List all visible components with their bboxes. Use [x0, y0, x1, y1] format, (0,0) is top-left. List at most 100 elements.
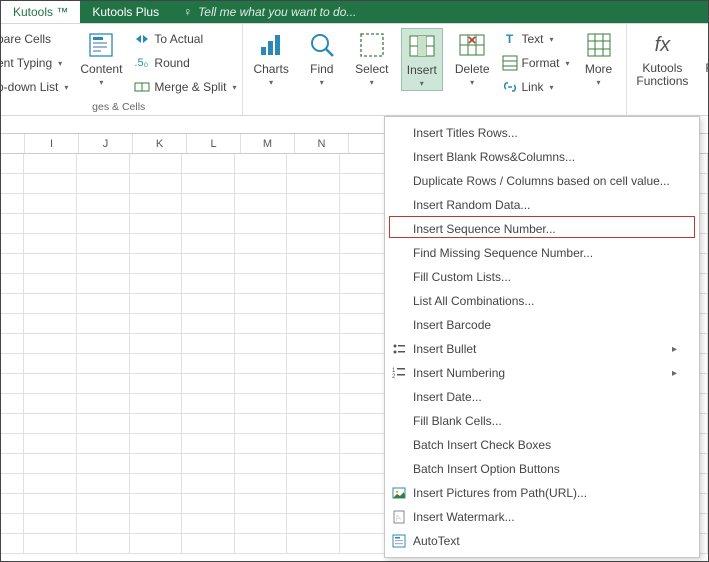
- chevron-down-icon: ▾: [566, 59, 570, 68]
- to-actual-button[interactable]: To Actual: [134, 28, 236, 50]
- col-header[interactable]: L: [187, 134, 241, 153]
- menu-list-all-combinations[interactable]: List All Combinations...: [385, 289, 699, 313]
- kutools-functions-button[interactable]: fx Kutools Functions: [633, 28, 693, 90]
- link-label: Link: [522, 80, 544, 94]
- menu-batch-insert-option-buttons[interactable]: Batch Insert Option Buttons: [385, 457, 699, 481]
- menu-insert-random-data[interactable]: Insert Random Data...: [385, 193, 699, 217]
- formula-helper-button[interactable]: { Form Help: [700, 28, 708, 90]
- menu-insert-date[interactable]: Insert Date...: [385, 385, 699, 409]
- group-ranges-cells: pare Cells ent Typing▾ p-down List▾ Cont…: [1, 24, 243, 115]
- insert-button[interactable]: Insert▾: [401, 28, 443, 91]
- menu-insert-watermark[interactable]: A Insert Watermark...: [385, 505, 699, 529]
- chevron-down-icon: ▾: [597, 78, 601, 87]
- col-header[interactable]: M: [241, 134, 295, 153]
- chevron-right-icon: ▸: [672, 368, 677, 379]
- chevron-down-icon: ▾: [550, 35, 554, 44]
- autotext-icon: [391, 533, 407, 549]
- menu-fill-custom-lists[interactable]: Fill Custom Lists...: [385, 265, 699, 289]
- tab-strip: Kutools ™ Kutools Plus ♀ Tell me what yo…: [1, 1, 708, 24]
- round-button[interactable]: .5₀ Round: [134, 52, 236, 74]
- chevron-down-icon: ▾: [269, 78, 273, 87]
- dropdown-list-button[interactable]: p-down List ▾: [1, 76, 68, 98]
- chevron-down-icon: ▾: [99, 78, 103, 87]
- content-button[interactable]: Content▾: [76, 28, 126, 89]
- menu-fill-blank-cells[interactable]: Fill Blank Cells...: [385, 409, 699, 433]
- search-icon: [307, 30, 337, 60]
- tab-kutools[interactable]: Kutools ™: [1, 1, 80, 23]
- dropdown-list-label: p-down List: [1, 80, 58, 94]
- group-editing: Charts▾ Find▾ Select▾ Insert▾: [243, 24, 626, 115]
- chevron-down-icon: ▾: [370, 78, 374, 87]
- prevent-typing-button[interactable]: ent Typing▾: [1, 52, 68, 74]
- chart-icon: [256, 30, 286, 60]
- ent-typing-label: ent Typing: [1, 56, 52, 70]
- menu-insert-bullet[interactable]: Insert Bullet▸: [385, 337, 699, 361]
- charts-label: Charts: [253, 62, 288, 76]
- menu-find-missing-sequence-number[interactable]: Find Missing Sequence Number...: [385, 241, 699, 265]
- select-label: Select: [355, 62, 388, 76]
- format-icon: [502, 55, 518, 71]
- insert-dropdown-menu: Insert Titles Rows... Insert Blank Rows&…: [384, 116, 700, 558]
- more-label: More: [585, 62, 612, 76]
- fx-icon: fx: [647, 30, 677, 60]
- compare-cells-button[interactable]: pare Cells: [1, 28, 68, 50]
- format-button[interactable]: Format ▾: [502, 52, 570, 74]
- charts-button[interactable]: Charts ▾: [249, 28, 292, 89]
- find-button[interactable]: Find ▾: [301, 28, 343, 89]
- select-icon: [357, 30, 387, 60]
- delete-button[interactable]: Delete▾: [451, 28, 494, 89]
- number-list-icon: 12: [391, 365, 407, 381]
- menu-insert-titles-rows[interactable]: Insert Titles Rows...: [385, 121, 699, 145]
- text-icon: T: [502, 32, 518, 46]
- delete-icon: [457, 30, 487, 60]
- tab-kutools-plus[interactable]: Kutools Plus: [80, 1, 171, 23]
- arrows-icon: [134, 31, 150, 47]
- round-icon: .5₀: [134, 57, 150, 69]
- col-header[interactable]: I: [25, 134, 79, 153]
- menu-insert-blank-rows-columns[interactable]: Insert Blank Rows&Columns...: [385, 145, 699, 169]
- select-button[interactable]: Select ▾: [351, 28, 393, 89]
- form-help-label: Form Help: [704, 62, 708, 88]
- svg-text:2: 2: [392, 374, 396, 380]
- ribbon: pare Cells ent Typing▾ p-down List▾ Cont…: [1, 24, 708, 116]
- text-label: Text: [522, 32, 544, 46]
- menu-autotext[interactable]: AutoText: [385, 529, 699, 553]
- menu-batch-insert-check-boxes[interactable]: Batch Insert Check Boxes: [385, 433, 699, 457]
- merge-split-button[interactable]: Merge & Split ▾: [134, 76, 236, 98]
- picture-icon: [391, 485, 407, 501]
- round-label: Round: [154, 56, 189, 70]
- format-label: Format: [522, 56, 560, 70]
- col-header[interactable]: J: [79, 134, 133, 153]
- compare-cells-label: pare Cells: [1, 32, 51, 46]
- chevron-down-icon: ▾: [232, 83, 236, 92]
- tell-me-placeholder: Tell me what you want to do...: [198, 5, 356, 19]
- menu-insert-numbering[interactable]: 12 Insert Numbering▸: [385, 361, 699, 385]
- insert-label: Insert: [407, 63, 437, 77]
- link-button[interactable]: Link▾: [502, 76, 570, 98]
- to-actual-label: To Actual: [154, 32, 203, 46]
- group-label-editing: [433, 99, 436, 115]
- text-button[interactable]: T Text ▾: [502, 28, 570, 50]
- col-header[interactable]: K: [133, 134, 187, 153]
- chevron-right-icon: ▸: [672, 344, 677, 355]
- menu-duplicate-rows-columns[interactable]: Duplicate Rows / Columns based on cell v…: [385, 169, 699, 193]
- group-label-ranges: ges & Cells: [92, 99, 145, 115]
- bullet-list-icon: [391, 341, 407, 357]
- more-button[interactable]: More ▾: [578, 28, 620, 89]
- find-label: Find: [310, 62, 333, 76]
- menu-insert-pictures-from-path[interactable]: Insert Pictures from Path(URL)...: [385, 481, 699, 505]
- functions-label: Kutools Functions: [636, 62, 688, 88]
- merge-split-label: Merge & Split: [154, 80, 226, 94]
- row-header-spacer: [1, 134, 25, 153]
- lightbulb-icon: ♀: [183, 5, 192, 19]
- menu-insert-barcode[interactable]: Insert Barcode: [385, 313, 699, 337]
- group-formula: fx Kutools Functions { Form Help: [627, 24, 708, 115]
- chevron-down-icon: ▾: [470, 78, 474, 87]
- chevron-down-icon: ▾: [320, 78, 324, 87]
- chevron-down-icon: ▾: [64, 83, 68, 92]
- tell-me-search[interactable]: ♀ Tell me what you want to do...: [171, 1, 708, 23]
- menu-insert-sequence-number[interactable]: Insert Sequence Number...: [385, 217, 699, 241]
- link-icon: [502, 79, 518, 95]
- col-header[interactable]: N: [295, 134, 349, 153]
- group-label-formula: [684, 99, 687, 115]
